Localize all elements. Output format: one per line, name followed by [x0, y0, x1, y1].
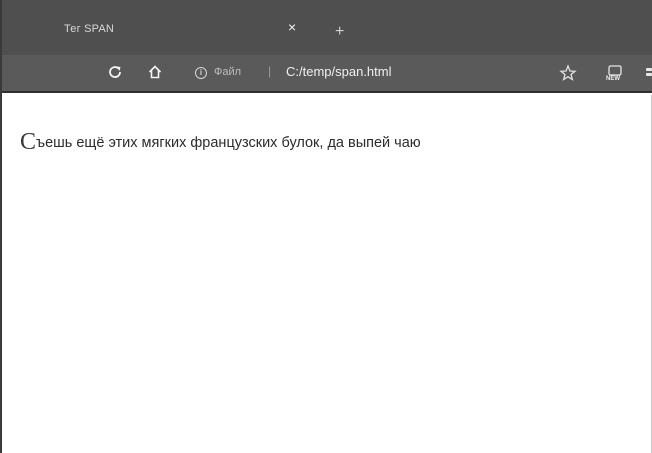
scheme-separator: | [268, 64, 272, 78]
new-tab-icon[interactable]: + [335, 24, 344, 40]
sample-text-rest: ъешь ещё этих мягких французских булок, … [36, 135, 421, 151]
browser-window: Тег SPAN × + i Файл | C:/temp/span.html [0, 0, 652, 453]
tab-close-icon[interactable]: × [288, 19, 296, 35]
sample-text: Съешь ещё этих мягких французских булок,… [20, 129, 421, 156]
address-bar[interactable]: C:/temp/span.html [286, 64, 392, 79]
active-tab[interactable]: Тег SPAN × [42, 14, 332, 55]
tab-title: Тег SPAN [64, 23, 115, 35]
home-icon[interactable] [145, 62, 165, 82]
menu-icon[interactable] [646, 68, 652, 82]
tab-strip: Тег SPAN × + [2, 0, 652, 55]
page-content: Съешь ещё этих мягких французских булок,… [2, 95, 652, 453]
reload-icon[interactable] [105, 62, 125, 82]
first-letter-span: С [20, 129, 37, 155]
navigation-toolbar: i Файл | C:/temp/span.html NEW [2, 55, 652, 93]
extension-icon[interactable]: NEW [606, 63, 628, 85]
site-info-icon[interactable]: i [195, 67, 207, 79]
extension-badge: NEW [606, 76, 620, 82]
bookmark-star-icon[interactable] [559, 64, 577, 82]
scheme-label: Файл [214, 66, 242, 78]
